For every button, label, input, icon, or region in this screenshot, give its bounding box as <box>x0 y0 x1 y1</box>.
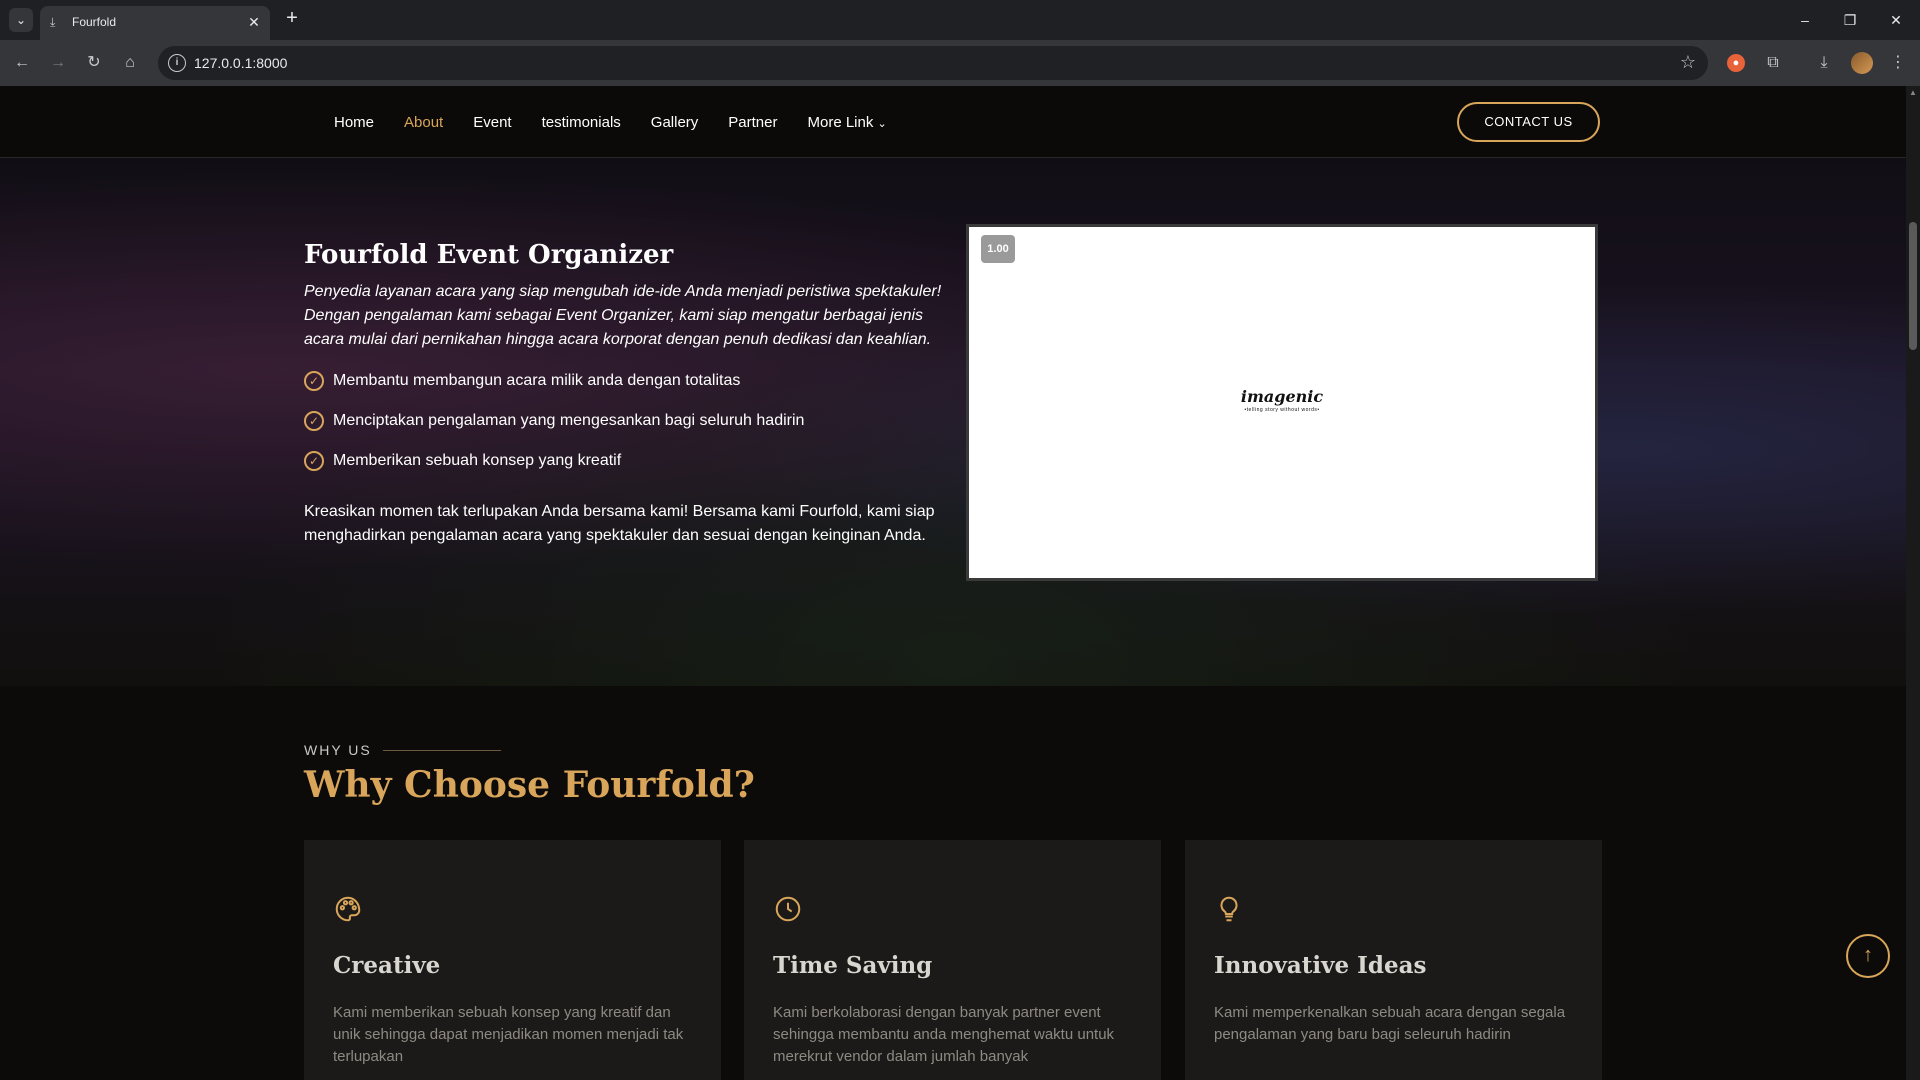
reload-icon[interactable]: ↻ <box>82 51 106 75</box>
why-section: WHY US Why Choose Fourfold? Creative Kam… <box>0 686 1906 1080</box>
close-window-icon[interactable]: ✕ <box>1884 8 1908 32</box>
logo-name: imagenic <box>1240 387 1324 406</box>
section-title: Why Choose Fourfold? <box>304 764 755 806</box>
browser-chrome: ⌄ ⤓ Fourfold ✕ + – ❐ ✕ ← → ↻ ⌂ i 127.0.0… <box>0 0 1920 86</box>
feature-list: ✓ Membantu membangun acara milik anda den… <box>304 370 944 490</box>
palette-icon <box>335 896 361 922</box>
site-header: Home About Event testimonials Gallery Pa… <box>0 86 1906 158</box>
page-scrollbar[interactable]: ▲ <box>1906 86 1920 1080</box>
feature-item: ✓ Menciptakan pengalaman yang mengesankan… <box>304 410 944 450</box>
zoom-badge: 1.00 <box>981 235 1015 263</box>
check-circle-icon: ✓ <box>304 371 324 391</box>
eyebrow-divider <box>383 750 501 751</box>
download-icon[interactable]: ⤓ <box>1812 51 1836 75</box>
feature-item: ✓ Memberikan sebuah konsep yang kreatif <box>304 450 944 490</box>
feature-card-time-saving: Time Saving Kami berkolaborasi dengan ba… <box>744 840 1161 1080</box>
check-circle-icon: ✓ <box>304 411 324 431</box>
favicon-icon: ⤓ <box>50 15 56 29</box>
main-nav: Home About Event testimonials Gallery Pa… <box>334 114 917 131</box>
back-icon[interactable]: ← <box>10 51 34 75</box>
card-title: Time Saving <box>773 952 933 979</box>
hero-text: Kreasikan momen tak terlupakan Anda bers… <box>304 503 935 544</box>
browser-tab[interactable]: ⤓ Fourfold ✕ <box>40 6 270 40</box>
section-eyebrow: WHY US <box>304 742 372 758</box>
nav-more-link-label: More Link <box>807 114 874 131</box>
back-to-top-button[interactable]: ↑ <box>1846 934 1890 978</box>
card-text: Kami berkolaborasi dengan banyak partner… <box>773 1004 1115 1065</box>
minimize-icon[interactable]: – <box>1793 8 1817 32</box>
nav-about[interactable]: About <box>404 114 443 131</box>
page-viewport: Home About Event testimonials Gallery Pa… <box>0 86 1920 1080</box>
extensions-puzzle-icon[interactable]: ⧉ <box>1761 51 1785 75</box>
scroll-up-icon[interactable]: ▲ <box>1909 88 1917 97</box>
bookmark-star-icon[interactable]: ☆ <box>1680 52 1696 73</box>
clock-icon <box>775 896 801 922</box>
tab-title: Fourfold <box>72 15 117 29</box>
close-tab-icon[interactable]: ✕ <box>246 14 262 30</box>
feature-card-innovative-ideas: Innovative Ideas Kami memperkenalkan seb… <box>1185 840 1602 1080</box>
tab-search-button[interactable]: ⌄ <box>9 8 33 32</box>
site-info-icon[interactable]: i <box>168 54 186 72</box>
chevron-down-icon: ⌄ <box>877 118 887 130</box>
nav-partner[interactable]: Partner <box>728 114 777 131</box>
hero-media-player[interactable]: 1.00 imagenic •telling story without wor… <box>966 224 1598 581</box>
home-icon[interactable]: ⌂ <box>118 51 142 75</box>
feature-text: Menciptakan pengalaman yang mengesankan … <box>333 412 805 429</box>
feature-text: Membantu membangun acara milik anda deng… <box>333 372 741 389</box>
browser-toolbar: ← → ↻ ⌂ i 127.0.0.1:8000 ☆ ● ⧉ ⤓ ⋮ <box>0 40 1920 86</box>
profile-avatar[interactable] <box>1851 52 1873 74</box>
card-title: Innovative Ideas <box>1214 952 1427 979</box>
check-circle-icon: ✓ <box>304 451 324 471</box>
hero-title: Fourfold Event Organizer <box>304 240 674 270</box>
hero-lead: Penyedia layanan acara yang siap menguba… <box>304 283 942 348</box>
arrow-up-icon: ↑ <box>1863 944 1873 966</box>
forward-icon[interactable]: → <box>46 51 70 75</box>
restore-icon[interactable]: ❐ <box>1838 8 1862 32</box>
imagenic-logo: imagenic •telling story without words• <box>969 387 1595 413</box>
nav-home[interactable]: Home <box>334 114 374 131</box>
feature-text: Memberikan sebuah konsep yang kreatif <box>333 452 622 469</box>
card-text: Kami memberikan sebuah konsep yang kreat… <box>333 1004 684 1065</box>
contact-us-button[interactable]: CONTACT US <box>1457 102 1600 142</box>
scroll-thumb[interactable] <box>1909 222 1917 350</box>
feature-card-creative: Creative Kami memberikan sebuah konsep y… <box>304 840 721 1080</box>
tab-strip: ⌄ ⤓ Fourfold ✕ + – ❐ ✕ <box>0 0 1920 40</box>
hero-background <box>0 158 1906 686</box>
about-hero: Fourfold Event Organizer Penyedia layana… <box>0 158 1906 686</box>
url-text[interactable]: 127.0.0.1:8000 <box>194 55 287 71</box>
nav-testimonials[interactable]: testimonials <box>542 114 621 131</box>
logo-tagline: •telling story without words• <box>1244 407 1320 413</box>
nav-event[interactable]: Event <box>473 114 511 131</box>
nav-more-link[interactable]: More Link ⌄ <box>808 114 887 131</box>
card-text: Kami memperkenalkan sebuah acara dengan … <box>1214 1004 1566 1043</box>
card-title: Creative <box>333 952 441 979</box>
new-tab-button[interactable]: + <box>282 8 302 28</box>
menu-kebab-icon[interactable]: ⋮ <box>1886 51 1910 75</box>
feature-item: ✓ Membantu membangun acara milik anda den… <box>304 370 944 410</box>
lightbulb-icon <box>1220 896 1238 922</box>
address-bar[interactable]: i 127.0.0.1:8000 ☆ <box>158 46 1708 80</box>
extension-red-icon[interactable]: ● <box>1727 54 1745 72</box>
nav-gallery[interactable]: Gallery <box>651 114 699 131</box>
